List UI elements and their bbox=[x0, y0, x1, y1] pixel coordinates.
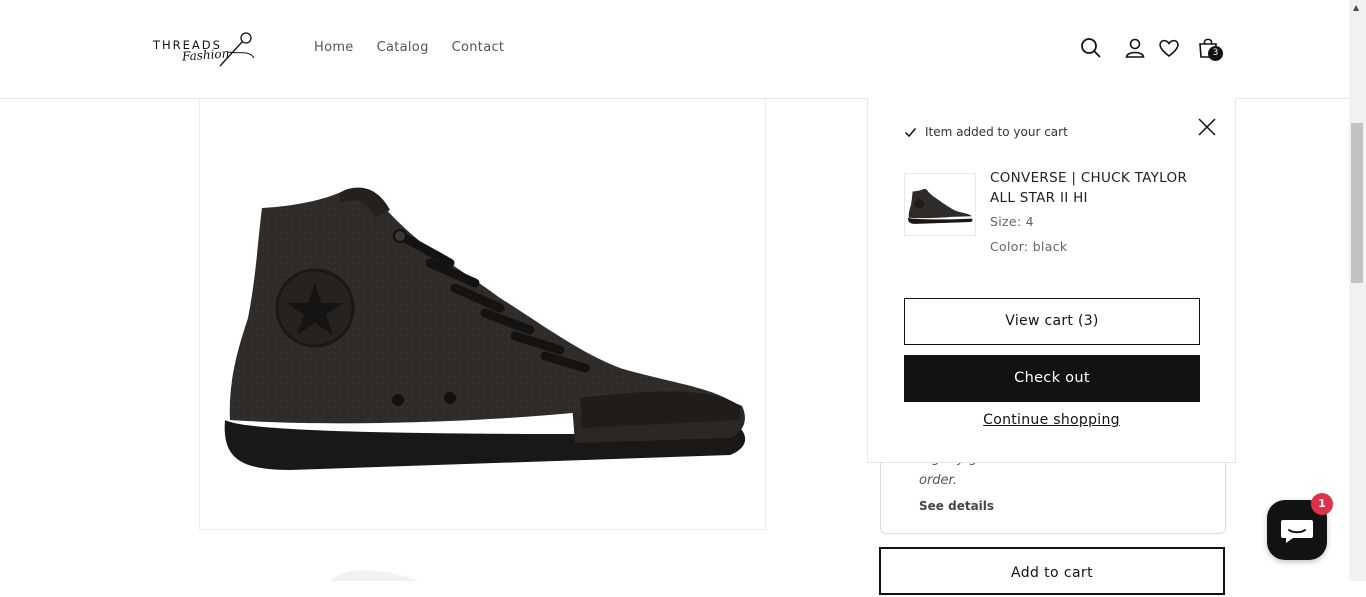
nav-catalog[interactable]: Catalog bbox=[377, 40, 429, 55]
added-status-text: Item added to your cart bbox=[925, 125, 1068, 139]
cart-item-size: Size: 4 bbox=[990, 214, 1034, 229]
nav-home[interactable]: Home bbox=[314, 40, 354, 55]
chat-notification-badge: 1 bbox=[1311, 493, 1333, 515]
pickup-order-text: order. bbox=[919, 473, 957, 488]
continue-shopping-link[interactable]: Continue shopping bbox=[868, 412, 1235, 428]
cart-item-title: CONVERSE | CHUCK TAYLOR ALL STAR II HI bbox=[990, 170, 1188, 206]
cart-notification: Item added to your cart CONVERSE | CHUCK… bbox=[867, 98, 1236, 463]
search-icon[interactable] bbox=[1079, 36, 1103, 60]
checkout-button[interactable]: Check out bbox=[904, 355, 1200, 402]
brand-logo[interactable]: THREADS Fashion bbox=[150, 28, 260, 72]
page-scrollbar[interactable]: ▲ bbox=[1349, 0, 1366, 581]
site-header: THREADS Fashion Home Catalog Contact 3 bbox=[0, 0, 1349, 99]
wishlist-heart-icon[interactable] bbox=[1157, 36, 1181, 60]
nav-contact[interactable]: Contact bbox=[452, 40, 505, 55]
needle-thread-icon bbox=[219, 32, 255, 67]
cart-count-badge: 3 bbox=[1208, 46, 1223, 61]
scroll-up-arrow-icon[interactable]: ▲ bbox=[1353, 3, 1359, 12]
close-icon[interactable] bbox=[1196, 116, 1218, 138]
checkmark-icon bbox=[904, 127, 917, 137]
scrollbar-thumb[interactable] bbox=[1351, 123, 1363, 283]
added-status: Item added to your cart bbox=[904, 125, 1068, 139]
account-icon[interactable] bbox=[1123, 36, 1147, 60]
thumbnail-peek bbox=[330, 570, 420, 581]
view-cart-button[interactable]: View cart (3) bbox=[904, 298, 1200, 345]
see-details-link[interactable]: See details bbox=[919, 499, 994, 513]
main-nav: Home Catalog Contact bbox=[314, 40, 527, 55]
cart-item-thumbnail bbox=[904, 173, 976, 236]
add-to-cart-button[interactable]: Add to cart bbox=[879, 547, 1225, 595]
product-image[interactable] bbox=[199, 98, 766, 530]
sneaker-image bbox=[224, 187, 746, 470]
sneaker-thumbnail-image bbox=[908, 188, 973, 224]
cart-item-color: Color: black bbox=[990, 239, 1068, 254]
